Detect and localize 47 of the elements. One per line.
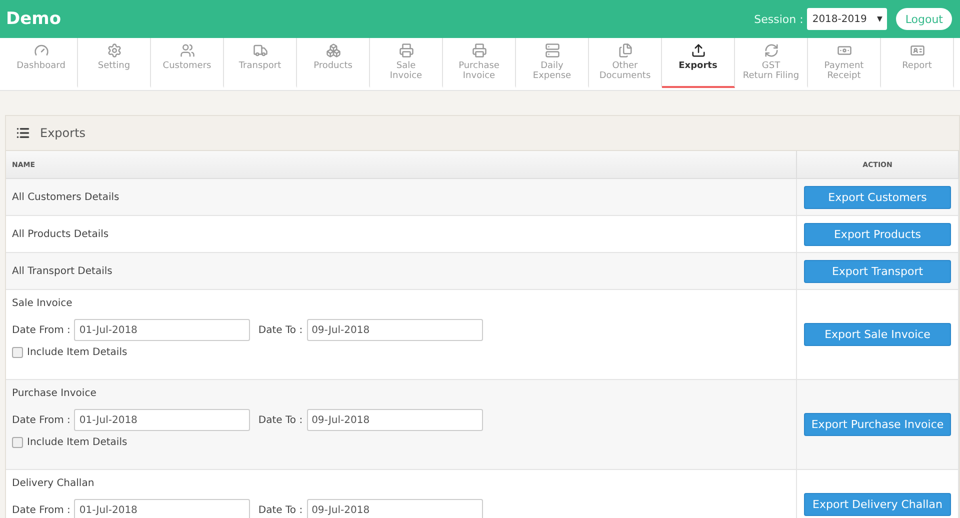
date-field[interactable]: 09-Jul-2018 [306,499,483,518]
row-name: Sale Invoice [12,298,74,309]
export-button[interactable]: Export Transport [804,260,951,282]
field-label: Date To : [258,504,303,516]
session-label: Session : [754,12,804,26]
export-button[interactable]: Export Products [804,222,951,246]
field-label: Date To : [258,414,303,426]
logout-button[interactable]: Logout [896,8,952,30]
date-field[interactable]: 09-Jul-2018 [306,409,483,431]
row-name: Purchase Invoice [12,388,98,399]
truck-icon [252,43,268,58]
export-button[interactable]: Export Delivery Challan [804,493,951,516]
row-name: All Customers Details [12,192,120,202]
panel-title: Exports [40,126,86,140]
export-button[interactable]: Export Customers [804,186,951,208]
gauge-icon [34,43,48,58]
export-button[interactable]: Export Purchase Invoice [804,413,951,436]
list-icon [16,126,30,140]
date-field[interactable]: 01-Jul-2018 [74,499,250,518]
checkbox[interactable] [12,437,23,448]
field-label: Date To : [258,324,303,336]
field-label: Date From : [12,504,70,516]
nav-tab[interactable]: Exports [662,38,735,88]
app-title: Demo [6,9,62,29]
date-field[interactable]: 09-Jul-2018 [306,319,483,341]
settings-icon [106,43,122,58]
export-button[interactable]: Export Sale Invoice [804,323,951,346]
row-name: All Transport Details [12,266,114,276]
checkbox[interactable] [12,347,23,358]
field-label: Date From : [12,324,70,336]
date-field[interactable]: 01-Jul-2018 [74,319,250,341]
checkbox-label: Include Item Details [27,347,128,358]
checkbox-label: Include Item Details [27,437,128,448]
row-name: All Products Details [12,228,110,240]
users-icon [180,43,194,58]
date-field[interactable]: 01-Jul-2018 [74,409,250,431]
row-name: Delivery Challan [12,478,96,489]
stack-icon [544,43,560,58]
banknote-icon [836,43,852,58]
upload-icon [690,43,706,58]
card-icon [910,43,924,58]
field-label: Date From : [12,414,70,426]
refresh-icon [764,43,778,58]
boxes-icon [326,43,340,58]
printer-icon [398,43,414,58]
printer-icon [472,43,486,58]
files-icon [618,43,632,58]
